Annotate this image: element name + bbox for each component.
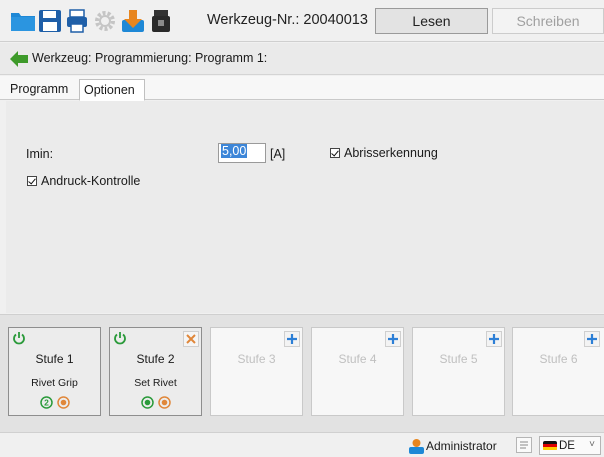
german-flag-icon [543,440,557,451]
plus-icon[interactable] [486,331,502,347]
stage-title: Stufe 1 [35,352,74,366]
green-count-icon: 2 [39,396,53,409]
document-icon[interactable] [515,436,533,454]
status-badge: 2 [44,398,49,408]
stage-title: Stufe 3 [237,352,276,366]
language-select[interactable]: DE ˅ [539,436,601,455]
options-panel: Imin: 5,00 [A] Abrisserkennung Andruck-K… [6,101,604,313]
close-icon[interactable] [183,331,199,347]
stage-card-4[interactable]: Stufe 4 [311,327,404,416]
admin-user-icon [409,439,424,454]
stage-card-6[interactable]: Stufe 6 [512,327,604,416]
write-button[interactable]: Schreiben [492,8,604,34]
stage-subtitle: Rivet Grip [31,377,78,389]
status-bar: Administrator DE ˅ [0,432,604,457]
green-status-icon [140,396,154,409]
chevron-down-icon: ˅ [589,439,595,450]
user-name[interactable]: Administrator [426,439,497,453]
plus-icon[interactable] [385,331,401,347]
power-icon[interactable] [12,331,26,345]
stage-title: Stufe 5 [439,352,478,366]
tool-number: Werkzeug-Nr.: 20040013 [207,12,368,28]
orange-status-icon [157,396,171,409]
back-arrow-icon[interactable] [9,50,29,68]
stage-card-2[interactable]: Stufe 2 Set Rivet [109,327,202,416]
stage-title: Stufe 2 [136,352,175,366]
breadcrumb: Werkzeug: Programmierung: Programm 1: [0,43,604,75]
language-value: DE [559,439,575,452]
checkbox-checked-icon [330,148,340,158]
folder-icon[interactable] [10,8,36,34]
power-icon[interactable] [113,331,127,345]
andruck-checkbox[interactable]: Andruck-Kontrolle [27,174,140,188]
tab-bar: Programm Optionen [0,76,604,101]
download-icon[interactable] [120,8,146,34]
print-icon[interactable] [64,8,90,34]
tab-optionen[interactable]: Optionen [79,79,145,101]
abriss-checkbox[interactable]: Abrisserkennung [330,146,438,160]
imin-unit: [A] [270,147,286,161]
stage-strip: Stufe 1 Rivet Grip 2 Stufe 2 Set Rivet S… [0,314,604,432]
imin-value: 5,00 [221,144,248,158]
breadcrumb-text: Werkzeug: Programmierung: Programm 1: [32,51,268,65]
stage-card-5[interactable]: Stufe 5 [412,327,505,416]
stage-card-3[interactable]: Stufe 3 [210,327,303,416]
imin-input[interactable]: 5,00 [218,143,266,163]
stage-title: Stufe 4 [338,352,377,366]
checkbox-checked-icon [27,176,37,186]
stage-title: Stufe 6 [539,352,578,366]
stage-status [110,396,201,409]
abriss-label: Abrisserkennung [344,146,438,160]
gear-icon[interactable] [92,8,118,34]
toolbar: Werkzeug-Nr.: 20040013 Lesen Schreiben [0,0,604,42]
stage-card-1[interactable]: Stufe 1 Rivet Grip 2 [8,327,101,416]
imin-label: Imin: [26,147,54,161]
usb-icon[interactable] [148,8,174,34]
read-button[interactable]: Lesen [375,8,488,34]
orange-status-icon [56,396,70,409]
plus-icon[interactable] [284,331,300,347]
plus-icon[interactable] [584,331,600,347]
tab-programm[interactable]: Programm [6,79,79,101]
stage-status: 2 [9,396,100,409]
stage-subtitle: Set Rivet [134,377,177,389]
save-icon[interactable] [37,8,63,34]
andruck-label: Andruck-Kontrolle [41,174,141,188]
